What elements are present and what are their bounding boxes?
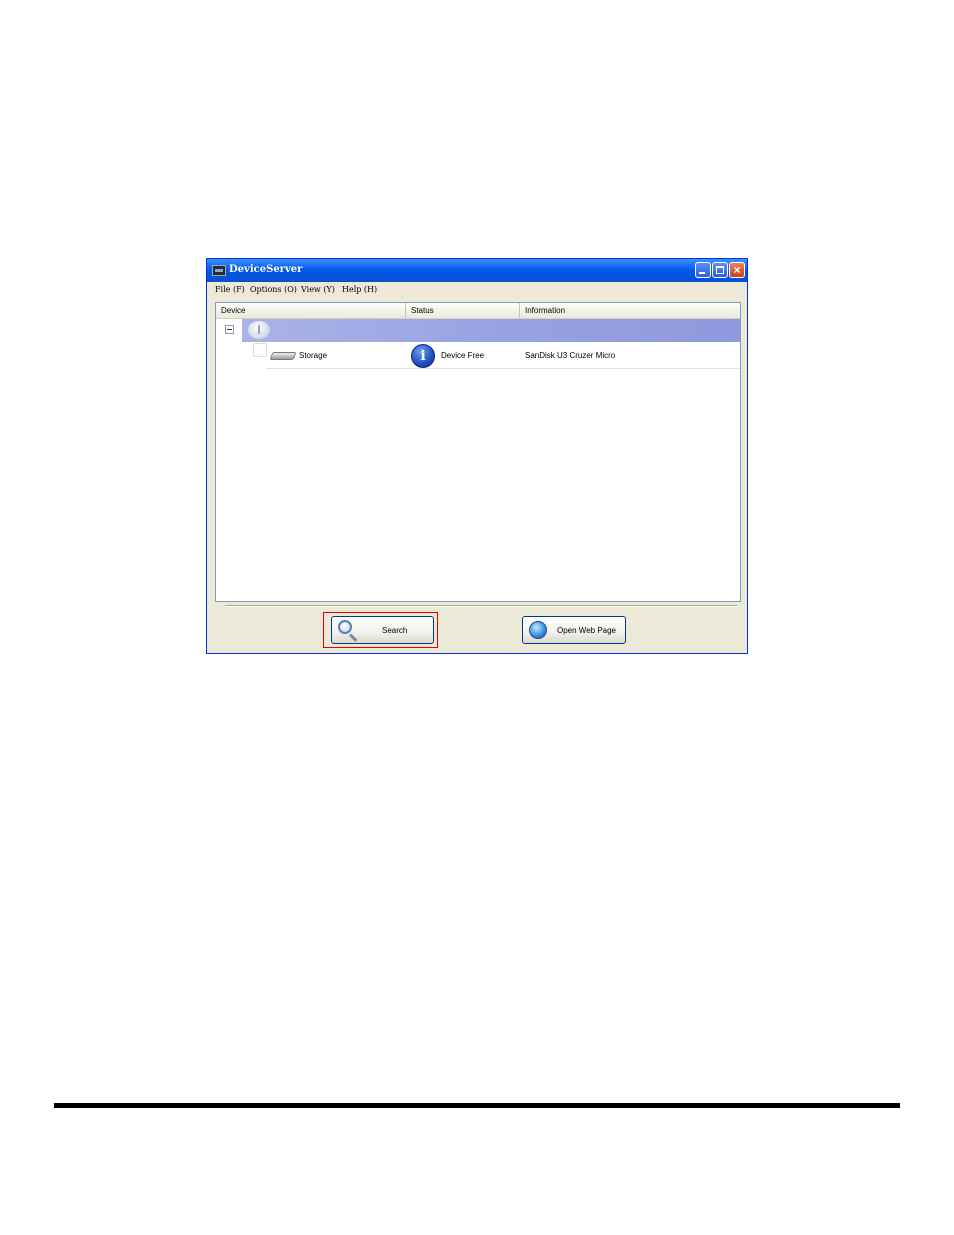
separator: [225, 605, 737, 607]
menu-options[interactable]: Options (O): [250, 285, 297, 294]
minimize-button[interactable]: [695, 262, 711, 278]
window-title: DeviceServer: [229, 264, 303, 275]
globe-icon: [529, 621, 547, 639]
maximize-button[interactable]: [712, 262, 728, 278]
open-web-page-button[interactable]: Open Web Page: [522, 616, 626, 644]
menu-view[interactable]: View (Y): [301, 285, 335, 294]
list-header: Device Status Information: [216, 303, 740, 319]
tree-connector: [253, 343, 267, 357]
title-bar[interactable]: DeviceServer ×: [207, 259, 747, 282]
usb-icon: [248, 321, 270, 339]
search-button-label: Search: [382, 626, 408, 635]
device-group-row[interactable]: [242, 319, 740, 342]
table-row[interactable]: [266, 343, 740, 369]
device-information: SanDisk U3 Cruzer Micro: [525, 351, 616, 360]
open-web-page-label: Open Web Page: [557, 626, 617, 635]
storage-drive-icon: [269, 352, 297, 360]
device-list[interactable]: Device Status Information Storage i Devi…: [215, 302, 741, 602]
device-name: Storage: [299, 351, 328, 360]
footer-rule: [54, 1103, 900, 1108]
column-information[interactable]: Information: [520, 303, 740, 318]
close-icon: ×: [733, 263, 741, 277]
deviceserver-window: DeviceServer × File (F) Options (O) View…: [206, 258, 748, 654]
menu-bar: File (F) Options (O) View (Y) Help (H): [207, 282, 747, 300]
menu-help[interactable]: Help (H): [342, 285, 377, 294]
close-button[interactable]: ×: [729, 262, 745, 278]
app-icon[interactable]: [212, 265, 226, 276]
device-status: Device Free: [441, 351, 485, 360]
magnifier-icon: [338, 620, 352, 634]
info-icon: i: [411, 344, 435, 368]
column-device[interactable]: Device: [216, 303, 406, 318]
column-status[interactable]: Status: [406, 303, 520, 318]
menu-file[interactable]: File (F): [215, 285, 245, 294]
collapse-toggle[interactable]: [225, 325, 234, 334]
search-button[interactable]: Search: [331, 616, 434, 644]
